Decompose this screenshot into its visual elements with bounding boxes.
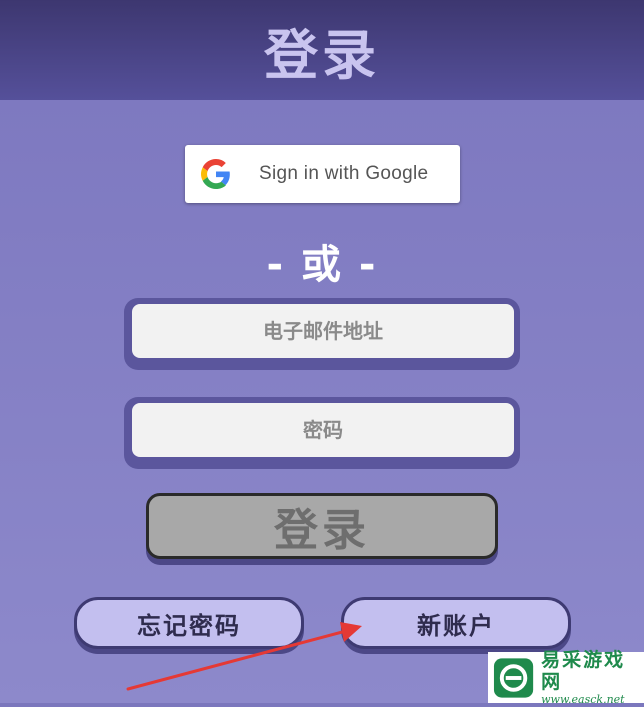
new-account-button[interactable]: 新账户 <box>341 597 571 649</box>
login-button[interactable]: 登录 <box>146 493 498 559</box>
watermark-title: 易采游戏网 <box>541 648 626 693</box>
email-field-frame <box>124 298 520 370</box>
forgot-password-label: 忘记密码 <box>137 611 241 640</box>
google-sign-in-button[interactable]: Sign in with Google <box>185 145 460 203</box>
watermark-url: www.easck.net <box>541 692 625 706</box>
header-bar: 登录 <box>0 0 644 100</box>
or-divider: - 或 - <box>266 242 378 288</box>
forgot-password-button[interactable]: 忘记密码 <box>74 597 304 649</box>
google-sign-in-label: Sign in with Google <box>259 163 429 184</box>
email-field[interactable] <box>132 304 514 358</box>
login-button-label: 登录 <box>274 505 370 556</box>
password-field-frame <box>124 397 520 469</box>
page-title: 登录 <box>264 23 380 87</box>
site-logo-icon <box>493 657 534 698</box>
new-account-label: 新账户 <box>417 611 495 640</box>
watermark-badge: 易采游戏网 www.easck.net <box>488 648 644 706</box>
password-field[interactable] <box>132 403 514 457</box>
google-g-icon <box>201 159 230 189</box>
